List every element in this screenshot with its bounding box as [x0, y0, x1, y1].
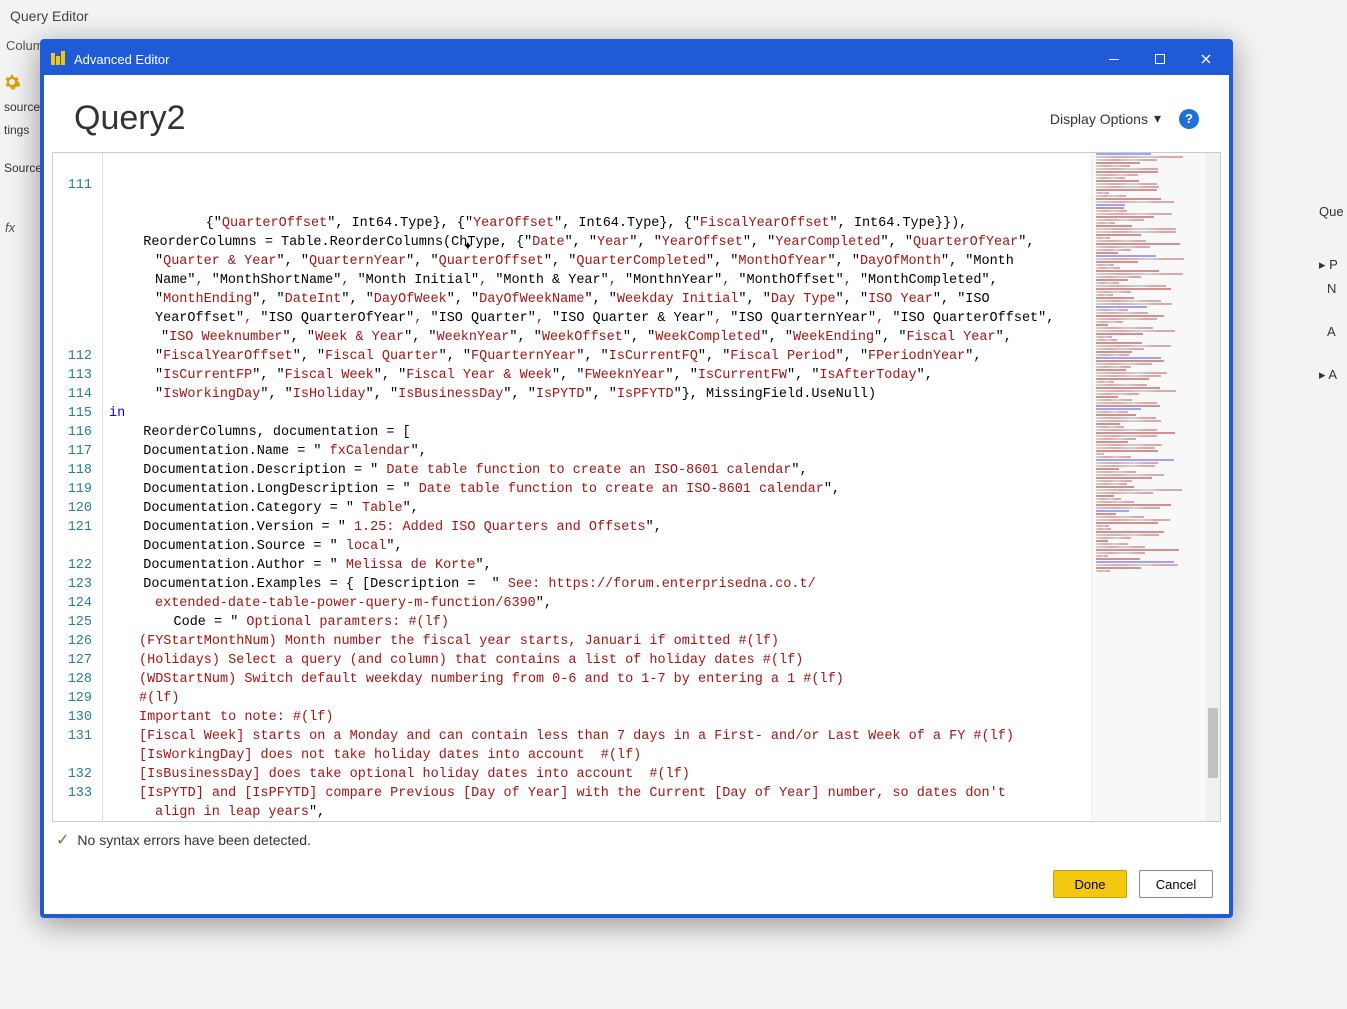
- status-text: No syntax errors have been detected.: [77, 832, 310, 848]
- code-area[interactable]: ✦ {"QuarterOffset", Int64.Type}, {"YearO…: [103, 153, 1091, 821]
- host-window-title: Query Editor: [0, 0, 1347, 32]
- app-icon: [50, 51, 66, 67]
- status-bar: ✓ No syntax errors have been detected.: [44, 822, 1229, 858]
- chevron-down-icon: ▾: [1154, 110, 1161, 127]
- host-right-panel: Que ▸ P N A ▸ A: [1317, 200, 1347, 387]
- scrollbar-thumb[interactable]: [1208, 708, 1218, 778]
- advanced-editor-dialog: Advanced Editor Query2 Display Options ▾…: [40, 39, 1233, 918]
- dialog-title: Advanced Editor: [74, 52, 1091, 67]
- vertical-scrollbar[interactable]: [1206, 153, 1220, 821]
- titlebar: Advanced Editor: [44, 43, 1229, 75]
- host-left-panel: source tings Sources: [0, 70, 40, 180]
- cancel-button[interactable]: Cancel: [1139, 870, 1213, 898]
- help-button[interactable]: ?: [1179, 109, 1199, 129]
- done-button[interactable]: Done: [1053, 870, 1127, 898]
- query-name: Query2: [74, 99, 186, 138]
- minimap[interactable]: [1091, 153, 1206, 821]
- line-gutter: 1111121131141151161171181191201211221231…: [53, 153, 103, 821]
- close-button[interactable]: [1183, 43, 1229, 75]
- maximize-button[interactable]: [1137, 43, 1183, 75]
- check-icon: ✓: [56, 830, 69, 850]
- display-options-label: Display Options: [1050, 111, 1148, 127]
- code-editor[interactable]: 1111121131141151161171181191201211221231…: [52, 152, 1221, 822]
- minimize-button[interactable]: [1091, 43, 1137, 75]
- gear-icon: [4, 74, 20, 90]
- fx-label: fx: [5, 220, 15, 235]
- display-options-dropdown[interactable]: Display Options ▾: [1050, 110, 1161, 127]
